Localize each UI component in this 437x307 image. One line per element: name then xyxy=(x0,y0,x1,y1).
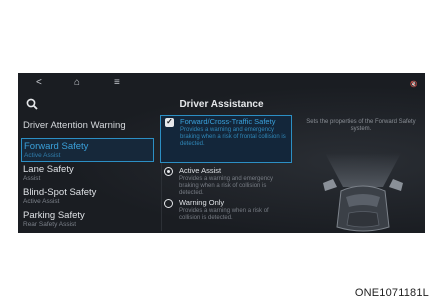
menu-item-parking-safety[interactable]: Parking Safety Rear Safety Assist xyxy=(21,208,152,230)
figure-code: ONE1071181L xyxy=(354,287,429,299)
radio-button[interactable] xyxy=(164,199,173,208)
menu-item-label: Parking Safety xyxy=(23,210,85,221)
menu-item-label: Blind-Spot Safety xyxy=(23,187,97,198)
car-illustration-icon xyxy=(323,153,403,232)
menu-item-lane-safety[interactable]: Lane Safety Assist xyxy=(21,162,152,184)
checkbox[interactable]: ✓ xyxy=(165,117,174,127)
page-title: Driver Assistance xyxy=(179,99,264,110)
menu-item-blind-spot-safety[interactable]: Blind-Spot Safety Active Assist xyxy=(21,185,152,207)
radio-button-selected[interactable] xyxy=(164,167,173,176)
back-button[interactable]: < xyxy=(36,78,42,88)
infotainment-screen: < ⌂ ≡ 🔇 Driver Assistance Driver Attenti… xyxy=(18,73,425,233)
home-icon[interactable]: ⌂ xyxy=(74,78,80,88)
preview-description: Sets the properties of the Forward Safet… xyxy=(306,119,416,132)
option-forward-cross-traffic-safety[interactable]: ✓ Forward/Cross-Traffic Safety Provides … xyxy=(160,115,292,163)
menu-item-forward-safety[interactable]: Forward Safety Active Assist xyxy=(21,138,154,162)
option-description: Provides a warning when a risk of collis… xyxy=(179,208,269,221)
checkmark-icon: ✓ xyxy=(166,117,173,126)
menu-icon[interactable]: ≡ xyxy=(114,78,120,88)
menu-item-label: Lane Safety xyxy=(23,164,74,175)
option-label: Warning Only xyxy=(179,198,225,207)
option-active-assist[interactable]: Active Assist Provides a warning and eme… xyxy=(160,165,290,196)
option-warning-only[interactable]: Warning Only Provides a warning when a r… xyxy=(160,197,290,227)
option-description: Provides a warning and emergency braking… xyxy=(180,127,286,147)
menu-item-value: Assist xyxy=(23,175,41,182)
option-label: Active Assist xyxy=(179,166,222,175)
menu-heading-driver-attention-warning[interactable]: Driver Attention Warning xyxy=(23,120,126,131)
mute-status-icon: 🔇 xyxy=(410,82,418,88)
top-bar: < ⌂ ≡ 🔇 xyxy=(18,73,425,97)
menu-item-value: Active Assist xyxy=(24,152,61,159)
menu-item-value: Active Assist xyxy=(23,198,60,205)
option-label: Forward/Cross-Traffic Safety xyxy=(180,117,276,126)
menu-item-label: Forward Safety xyxy=(24,141,89,152)
option-description: Provides a warning and emergency braking… xyxy=(179,176,274,196)
menu-item-value: Rear Safety Assist xyxy=(23,221,77,228)
